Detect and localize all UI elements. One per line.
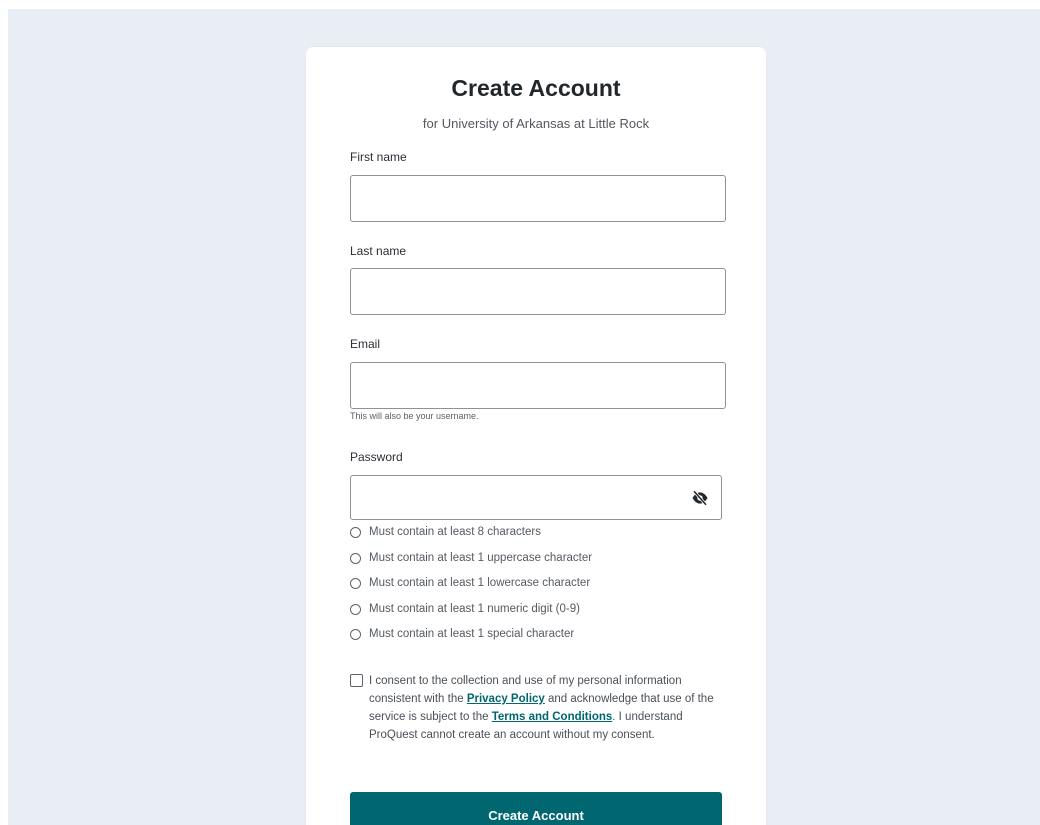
password-rule-text: Must contain at least 1 uppercase charac…: [369, 552, 593, 564]
password-rule-lowercase: Must contain at least 1 lowercase charac…: [350, 577, 590, 589]
last-name-label: Last name: [350, 244, 407, 258]
password-rule-special: Must contain at least 1 special characte…: [350, 628, 574, 640]
password-rule-uppercase: Must contain at least 1 uppercase charac…: [350, 552, 592, 564]
last-name-input[interactable]: [350, 268, 726, 315]
rule-status-circle-icon: [350, 577, 361, 589]
password-rule-length: Must contain at least 8 characters: [350, 526, 541, 538]
create-account-button[interactable]: Create Account: [350, 792, 722, 825]
eye-slash-icon[interactable]: [691, 489, 709, 507]
password-rule-text: Must contain at least 1 special characte…: [369, 628, 575, 640]
create-account-card: Create Account for University of Arkansa…: [306, 47, 766, 825]
privacy-policy-link[interactable]: Privacy Policy: [467, 693, 545, 705]
institution-subtitle: for University of Arkansas at Little Roc…: [422, 116, 650, 131]
page-background: Create Account for University of Arkansa…: [8, 9, 1040, 825]
password-field[interactable]: [350, 475, 722, 520]
rule-status-circle-icon: [350, 552, 361, 564]
first-name-label: First name: [350, 150, 407, 164]
email-label: Email: [350, 337, 381, 351]
consent-checkbox[interactable]: [350, 674, 363, 687]
password-rule-text: Must contain at least 8 characters: [369, 526, 541, 538]
password-rule-text: Must contain at least 1 lowercase charac…: [369, 577, 591, 589]
password-label: Password: [350, 450, 403, 464]
rule-status-circle-icon: [350, 628, 361, 640]
rule-status-circle-icon: [350, 526, 361, 538]
rule-status-circle-icon: [350, 603, 361, 615]
email-hint: This will also be your username.: [350, 411, 479, 421]
first-name-input[interactable]: [350, 175, 726, 222]
page-title: Create Account: [451, 75, 621, 101]
terms-and-conditions-link[interactable]: Terms and Conditions: [492, 711, 613, 723]
consent-text: I consent to the collection and use of m…: [369, 672, 725, 744]
email-input[interactable]: [350, 362, 726, 409]
password-rule-numeric: Must contain at least 1 numeric digit (0…: [350, 603, 580, 615]
password-rule-text: Must contain at least 1 numeric digit (0…: [369, 603, 580, 615]
